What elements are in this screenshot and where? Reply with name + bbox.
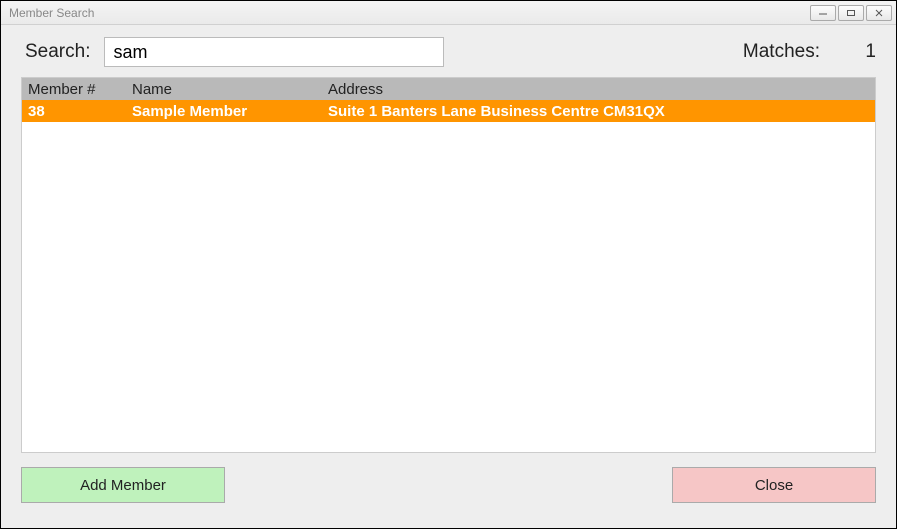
maximize-button[interactable] xyxy=(838,5,864,21)
close-icon xyxy=(874,9,884,17)
titlebar: Member Search xyxy=(1,1,896,25)
content-area: Search: Matches: 1 Member # Name Address… xyxy=(1,25,896,528)
matches-label: Matches: xyxy=(743,41,820,63)
minimize-icon xyxy=(818,9,828,17)
header-member-no[interactable]: Member # xyxy=(22,80,126,99)
member-search-window: Member Search Search: Matches: 1 Member … xyxy=(0,0,897,529)
window-title: Member Search xyxy=(5,6,94,20)
cell-name: Sample Member xyxy=(126,102,322,121)
header-name[interactable]: Name xyxy=(126,80,322,99)
close-button[interactable]: Close xyxy=(672,467,876,503)
minimize-button[interactable] xyxy=(810,5,836,21)
cell-member-no: 38 xyxy=(22,102,126,121)
search-input[interactable] xyxy=(104,37,444,67)
add-member-button[interactable]: Add Member xyxy=(21,467,225,503)
header-address[interactable]: Address xyxy=(322,80,875,99)
window-controls xyxy=(810,5,892,21)
search-label: Search: xyxy=(25,41,90,63)
matches-count: 1 xyxy=(858,41,876,63)
cell-address: Suite 1 Banters Lane Business Centre CM3… xyxy=(322,102,875,121)
footer-bar: Add Member Close xyxy=(3,453,894,515)
table-body: 38 Sample Member Suite 1 Banters Lane Bu… xyxy=(22,100,875,452)
table-header: Member # Name Address xyxy=(22,78,875,100)
results-table: Member # Name Address 38 Sample Member S… xyxy=(21,77,876,453)
search-bar: Search: Matches: 1 xyxy=(3,27,894,77)
maximize-icon xyxy=(846,9,856,17)
table-row[interactable]: 38 Sample Member Suite 1 Banters Lane Bu… xyxy=(22,100,875,122)
close-window-button[interactable] xyxy=(866,5,892,21)
